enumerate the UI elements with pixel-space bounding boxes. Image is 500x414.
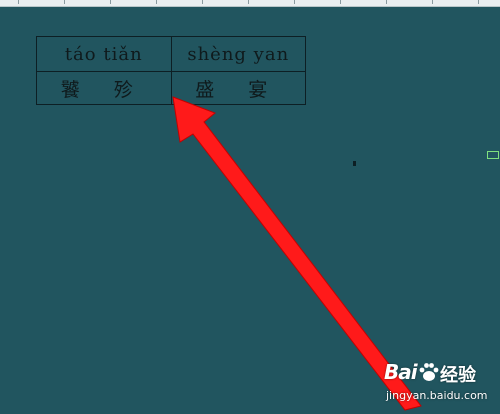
watermark-brand-text: 经验 — [440, 365, 476, 386]
baidu-paw-icon — [419, 363, 439, 381]
red-arrow-icon — [172, 96, 422, 411]
watermark-logo-text: Bai — [384, 360, 418, 384]
watermark-url: jingyan.baidu.com — [386, 389, 488, 402]
baidu-jingyan-watermark: Bai 经验 jingyan.baidu.com — [384, 360, 498, 408]
